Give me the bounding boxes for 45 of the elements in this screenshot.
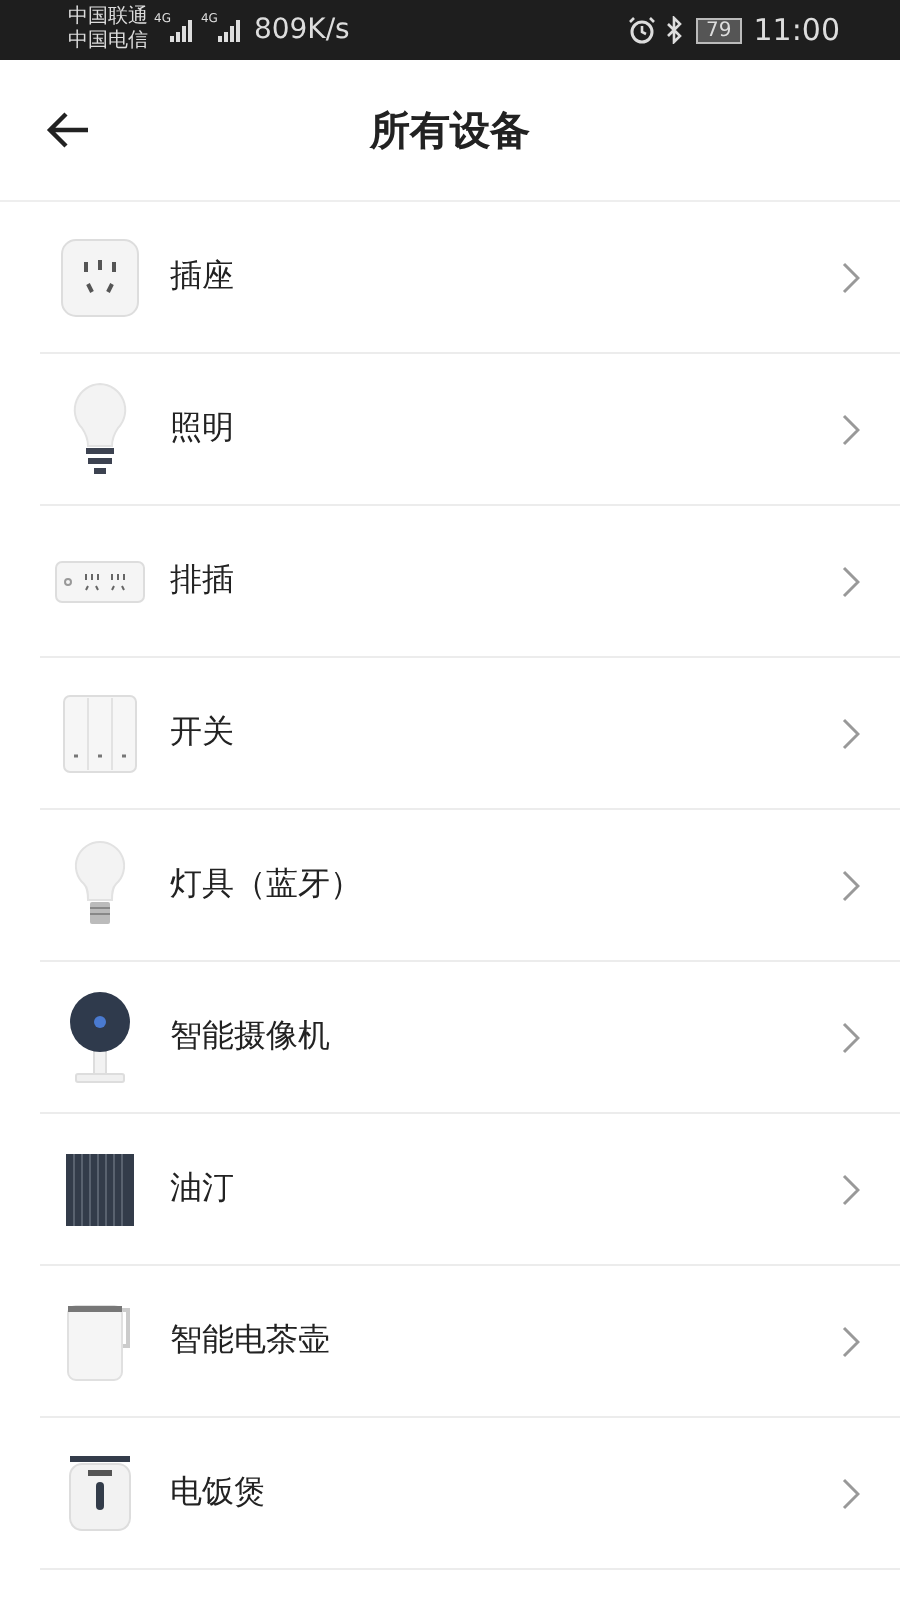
camera-icon <box>66 989 134 1085</box>
wall-switch-icon <box>62 693 138 773</box>
chevron-icon <box>842 261 860 293</box>
device-name: 灯具（蓝牙） <box>170 864 364 906</box>
device-name: 电饭煲 <box>170 1472 268 1514</box>
socket-icon <box>60 237 140 317</box>
clock-time: 11:00 <box>753 12 840 48</box>
device-name: 智能摄像机 <box>170 1016 332 1058</box>
signal-icon <box>217 19 242 41</box>
back-button[interactable] <box>44 110 92 150</box>
device-name: 排插 <box>170 560 236 602</box>
device-row[interactable]: 智能摄像机 <box>40 962 900 1114</box>
device-row[interactable]: 电饭煲 <box>40 1418 900 1570</box>
carrier-name: 中国联通 <box>68 6 148 29</box>
device-name: 智能电茶壶 <box>170 1320 332 1362</box>
chevron-icon <box>842 1173 860 1205</box>
radiator-icon <box>62 1149 138 1229</box>
chevron-icon <box>842 717 860 749</box>
signal-icon <box>170 19 195 41</box>
device-row[interactable]: 排插 <box>40 506 900 658</box>
chevron-icon <box>842 1325 860 1357</box>
page-title: 所有设备 <box>370 103 530 157</box>
carrier-name: 中国电信 <box>68 30 148 54</box>
device-row[interactable]: 开关 <box>40 658 900 810</box>
device-name: 油汀 <box>170 1168 236 1210</box>
network-speed: 809K/s <box>253 14 350 46</box>
power-strip-icon <box>54 557 146 605</box>
chevron-icon <box>842 565 860 597</box>
device-row[interactable]: 油汀 <box>40 1114 900 1266</box>
device-row[interactable]: 智能电茶壶 <box>40 1266 900 1418</box>
light-bulb-icon <box>70 381 130 477</box>
device-row[interactable]: 灯具（蓝牙） <box>40 810 900 962</box>
cooker-icon <box>66 1453 134 1533</box>
chevron-icon <box>842 1477 860 1509</box>
bluetooth-icon <box>664 16 685 44</box>
chevron-icon <box>842 1021 860 1053</box>
device-name: 照明 <box>170 408 236 450</box>
battery-level: 79 <box>696 17 742 43</box>
device-name: 插座 <box>170 256 236 298</box>
device-row[interactable]: 照明 <box>40 354 900 506</box>
chevron-icon <box>842 869 860 901</box>
alarm-icon <box>628 16 657 44</box>
device-name: 开关 <box>170 712 236 754</box>
chevron-icon <box>842 413 860 445</box>
device-row[interactable]: 插座 <box>40 202 900 354</box>
